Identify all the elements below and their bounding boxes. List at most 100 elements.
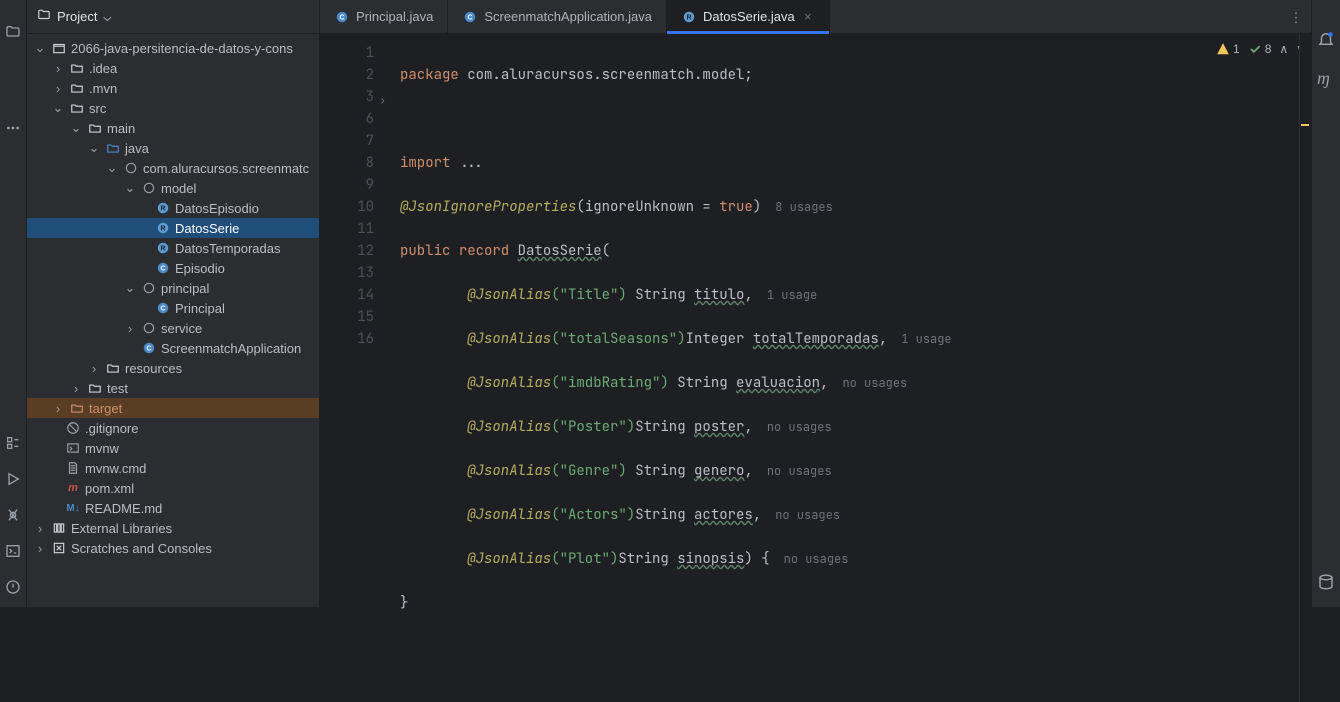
tree-item[interactable]: ›Scratches and Consoles [27, 538, 319, 558]
folder-icon[interactable] [5, 24, 21, 40]
usage-hint[interactable]: no usages [753, 419, 832, 435]
tree-file[interactable]: .gitignore [27, 418, 319, 438]
usage-hint[interactable]: no usages [753, 463, 832, 479]
tab-screenmatch-app[interactable]: C ScreenmatchApplication.java [448, 0, 667, 33]
tab-datos-serie[interactable]: R DatosSerie.java × [667, 0, 830, 33]
database-icon[interactable] [1317, 573, 1335, 591]
tree-item-target[interactable]: ›target [27, 398, 319, 418]
usage-hint[interactable]: no usages [761, 507, 840, 523]
tree-item[interactable]: ⌄model [27, 178, 319, 198]
gitignore-icon [65, 420, 81, 436]
class-icon: C [155, 300, 171, 316]
svg-text:R: R [160, 205, 165, 212]
usage-hint[interactable]: no usages [828, 375, 907, 391]
package-icon [123, 160, 139, 176]
maven-icon: m [65, 480, 81, 496]
line-gutter: 1 2 3› 6 7 8 9 10 11 12 13 14 15 16 [320, 34, 380, 702]
tree-item[interactable]: ›External Libraries [27, 518, 319, 538]
problems-icon[interactable] [5, 579, 21, 595]
svg-text:C: C [339, 14, 344, 21]
chevron-down-icon: ⌄ [103, 8, 111, 25]
tab-label: Principal.java [356, 9, 433, 24]
ai-icon[interactable]: ɱ [1317, 68, 1335, 86]
structure-icon[interactable] [5, 435, 21, 451]
package-icon [141, 280, 157, 296]
tree-root[interactable]: ⌄2066-java-persitencia-de-datos-y-cons [27, 38, 319, 58]
folder-icon [69, 100, 85, 116]
tree-file[interactable]: mvnw.cmd [27, 458, 319, 478]
editor-tabs: C Principal.java C ScreenmatchApplicatio… [320, 0, 1311, 34]
project-tree: ⌄2066-java-persitencia-de-datos-y-cons ›… [27, 34, 319, 607]
tree-item[interactable]: ›.mvn [27, 78, 319, 98]
tab-label: ScreenmatchApplication.java [484, 9, 652, 24]
svg-text:C: C [468, 14, 473, 21]
folder-icon [87, 120, 103, 136]
tree-item[interactable]: ›resources [27, 358, 319, 378]
shell-icon [65, 440, 81, 456]
record-icon: R [155, 220, 171, 236]
svg-text:C: C [160, 305, 165, 312]
svg-text:C: C [160, 265, 165, 272]
editor-tab-menu[interactable]: ⋮ [1281, 0, 1311, 34]
tree-file[interactable]: CEpisodio [27, 258, 319, 278]
tree-item[interactable]: ›.idea [27, 58, 319, 78]
tree-item[interactable]: ⌄java [27, 138, 319, 158]
usage-hint[interactable]: no usages [770, 551, 849, 567]
tab-principal[interactable]: C Principal.java [320, 0, 448, 33]
tree-file[interactable]: mvnw [27, 438, 319, 458]
notifications-icon[interactable] [1317, 30, 1335, 48]
usage-hint[interactable]: 1 usage [887, 331, 951, 347]
class-icon: C [462, 9, 478, 25]
warning-indicator[interactable]: 1 [1216, 42, 1240, 56]
tree-item[interactable]: ⌄com.aluracursos.screenmatc [27, 158, 319, 178]
usage-hint[interactable]: 8 usages [761, 199, 833, 215]
fold-icon[interactable]: › [379, 90, 386, 112]
tree-file[interactable]: mpom.xml [27, 478, 319, 498]
tree-file[interactable]: CPrincipal [27, 298, 319, 318]
scratch-icon [51, 540, 67, 556]
tree-item[interactable]: ›service [27, 318, 319, 338]
tree-file-selected[interactable]: RDatosSerie [27, 218, 319, 238]
svg-text:C: C [146, 345, 151, 352]
tab-label: DatosSerie.java [703, 9, 795, 24]
project-panel-header[interactable]: Project ⌄ [27, 0, 319, 34]
markdown-icon: M↓ [65, 500, 81, 516]
class-icon: C [334, 9, 350, 25]
editor-area: C Principal.java C ScreenmatchApplicatio… [320, 0, 1311, 607]
debug-icon[interactable] [5, 507, 21, 523]
file-icon [65, 460, 81, 476]
tree-file[interactable]: CScreenmatchApplication [27, 338, 319, 358]
tab-close-icon[interactable]: × [801, 9, 815, 24]
folder-icon [69, 60, 85, 76]
tree-item[interactable]: ⌄src [27, 98, 319, 118]
folder-icon [51, 40, 67, 56]
project-title: Project [57, 9, 97, 24]
tree-file[interactable]: M↓README.md [27, 498, 319, 518]
package-icon [141, 180, 157, 196]
tree-file[interactable]: RDatosEpisodio [27, 198, 319, 218]
tree-item[interactable]: ›test [27, 378, 319, 398]
dots-icon[interactable] [5, 120, 21, 136]
editor-body[interactable]: 1 2 3› 6 7 8 9 10 11 12 13 14 15 16 pack… [320, 34, 1311, 702]
inspection-status[interactable]: 1 8 ∧ ∨ [1216, 42, 1305, 56]
error-stripe[interactable] [1299, 34, 1311, 702]
svg-text:R: R [686, 14, 691, 21]
src-folder-icon [105, 140, 121, 156]
nav-up-icon[interactable]: ∧ [1279, 42, 1288, 56]
class-icon: C [155, 260, 171, 276]
tree-item[interactable]: ⌄main [27, 118, 319, 138]
tree-item[interactable]: ⌄principal [27, 278, 319, 298]
right-tool-rail: ɱ [1311, 0, 1340, 607]
code-content[interactable]: package com.aluracursos.screenmatch.mode… [380, 34, 1299, 702]
package-icon [141, 320, 157, 336]
tree-file[interactable]: RDatosTemporadas [27, 238, 319, 258]
target-folder-icon [69, 400, 85, 416]
usage-hint[interactable]: 1 usage [753, 287, 817, 303]
record-icon: R [155, 200, 171, 216]
svg-text:R: R [160, 245, 165, 252]
ok-indicator[interactable]: 8 [1248, 42, 1272, 56]
class-icon: C [141, 340, 157, 356]
terminal-icon[interactable] [5, 543, 21, 559]
left-tool-rail [0, 0, 27, 607]
run-icon[interactable] [5, 471, 21, 487]
